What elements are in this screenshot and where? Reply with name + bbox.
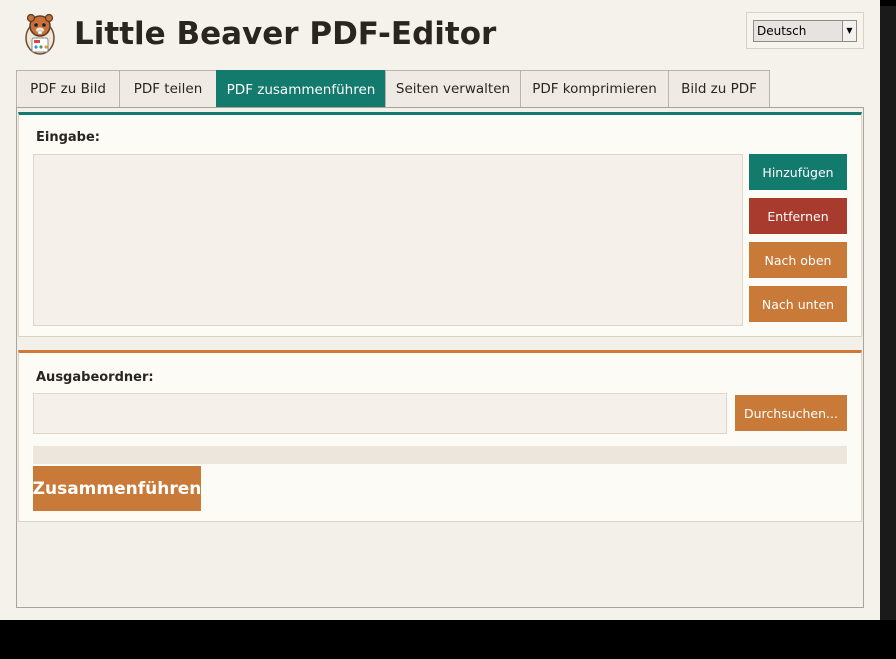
app-window: Little Beaver PDF-Editor Deutsch ▼ PDF z… [0,0,880,620]
tab-label: Seiten verwalten [395,81,511,97]
window-shadow [880,6,896,620]
remove-button[interactable]: Entfernen [749,198,847,234]
language-box: Deutsch ▼ [746,12,864,49]
output-card: Ausgabeordner: Durchsuchen... Zusammenfü… [18,350,862,522]
input-label: Eingabe: [36,130,100,145]
tab-pdf-to-image[interactable]: PDF zu Bild [16,70,120,107]
tab-label: PDF zusammenführen [226,81,376,98]
tab-label: Bild zu PDF [681,81,757,97]
language-selected-label: Deutsch [757,24,807,38]
output-folder-label: Ausgabeordner: [36,370,154,385]
move-up-button[interactable]: Nach oben [749,242,847,278]
move-down-button[interactable]: Nach unten [749,286,847,322]
language-select[interactable]: Deutsch ▼ [753,20,857,42]
tab-merge-pdf[interactable]: PDF zusammenführen [216,70,386,108]
tab-label: PDF teilen [133,81,203,97]
input-file-list[interactable] [33,154,743,326]
merge-button[interactable]: Zusammenführen [33,466,201,511]
tab-image-to-pdf[interactable]: Bild zu PDF [668,70,770,107]
progress-bar [33,446,847,464]
add-button[interactable]: Hinzufügen [749,154,847,190]
tab-split-pdf[interactable]: PDF teilen [119,70,217,107]
app-title: Little Beaver PDF-Editor [74,16,497,52]
tab-compress-pdf[interactable]: PDF komprimieren [520,70,669,107]
tab-label: PDF komprimieren [532,81,657,97]
output-folder-field[interactable] [33,393,727,434]
tab-label: PDF zu Bild [30,81,106,97]
browse-button[interactable]: Durchsuchen... [735,395,847,431]
tab-manage-pages[interactable]: Seiten verwalten [385,70,521,107]
input-card: Eingabe: Hinzufügen Entfernen Nach oben … [18,112,862,337]
beaver-logo-icon [20,12,60,56]
chevron-down-icon[interactable]: ▼ [842,21,856,41]
tab-bar: PDF zu Bild PDF teilen PDF zusammenführe… [16,70,770,108]
